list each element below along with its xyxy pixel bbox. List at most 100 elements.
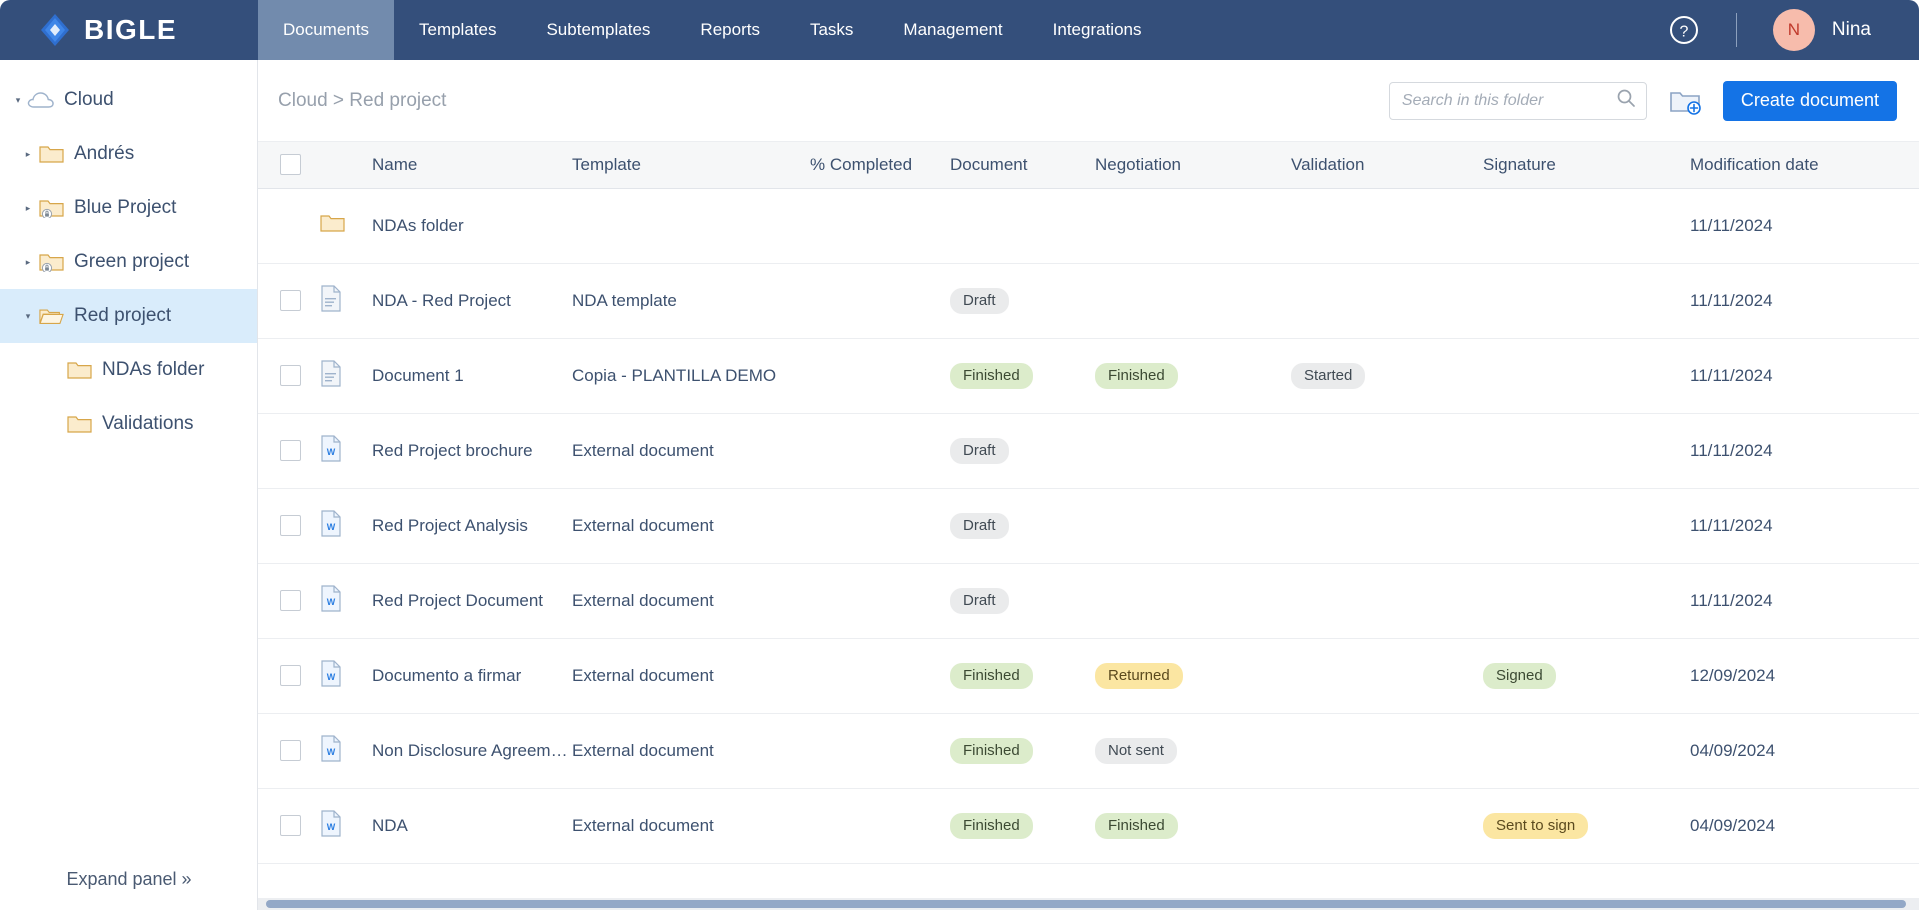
sidebar-item-green-project[interactable]: Green project — [0, 235, 257, 289]
chevron-down-icon[interactable] — [10, 92, 26, 108]
application-window: BIGLE Documents Templates Subtemplates R… — [0, 0, 1919, 910]
row-name[interactable]: Non Disclosure Agreem… — [372, 713, 572, 788]
table-body: NDAs folder11/11/2024NDA - Red ProjectND… — [258, 188, 1919, 863]
chevron-right-icon[interactable] — [20, 200, 36, 216]
nav-item-templates[interactable]: Templates — [394, 0, 521, 60]
table-header-row: Name Template % Completed Document Negot… — [258, 142, 1919, 188]
row-name[interactable]: Documento a firmar — [372, 638, 572, 713]
row-name[interactable]: Red Project Analysis — [372, 488, 572, 563]
svg-text:W: W — [327, 522, 336, 532]
row-checkbox[interactable] — [280, 815, 301, 836]
row-checkbox[interactable] — [280, 590, 301, 611]
table-row[interactable]: WDocumento a firmarExternal documentFini… — [258, 638, 1919, 713]
table-row[interactable]: WRed Project AnalysisExternal documentDr… — [258, 488, 1919, 563]
status-badge: Returned — [1095, 663, 1183, 689]
status-badge: Sent to sign — [1483, 813, 1588, 839]
horizontal-scrollbar-thumb[interactable] — [266, 900, 1906, 908]
row-name[interactable]: Red Project Document — [372, 563, 572, 638]
row-modification-date: 11/11/2024 — [1690, 263, 1919, 338]
breadcrumb[interactable]: Cloud > Red project — [278, 90, 446, 112]
row-negotiation-status-cell: Not sent — [1095, 713, 1291, 788]
sidebar-item-blue-project[interactable]: Blue Project — [0, 181, 257, 235]
sidebar-item-cloud[interactable]: Cloud — [0, 73, 257, 127]
row-modification-date: 11/11/2024 — [1690, 488, 1919, 563]
row-name[interactable]: NDA — [372, 788, 572, 863]
table-row[interactable]: WRed Project DocumentExternal documentDr… — [258, 563, 1919, 638]
documents-table: Name Template % Completed Document Negot… — [258, 142, 1919, 864]
nav-item-integrations[interactable]: Integrations — [1028, 0, 1167, 60]
row-progress-cell — [810, 638, 950, 713]
sidebar-item-andr-s[interactable]: Andrés — [0, 127, 257, 181]
cloud-icon — [26, 89, 56, 111]
sidebar-item-label: Red project — [74, 305, 171, 327]
question-circle-icon[interactable]: ? — [1668, 14, 1700, 46]
nav-item-tasks[interactable]: Tasks — [785, 0, 878, 60]
chevron-down-icon[interactable] — [20, 308, 36, 324]
row-progress-cell — [810, 338, 950, 413]
column-header-signature[interactable]: Signature — [1483, 142, 1690, 188]
table-row[interactable]: NDA - Red ProjectNDA templateDraft11/11/… — [258, 263, 1919, 338]
table-row[interactable]: NDAs folder 11/11/2024 — [258, 188, 1919, 263]
search-icon[interactable] — [1616, 88, 1636, 113]
row-name[interactable]: NDA - Red Project — [372, 263, 572, 338]
column-header-negotiation[interactable]: Negotiation — [1095, 142, 1291, 188]
chevron-right-icon[interactable] — [20, 146, 36, 162]
word-document-icon: W — [320, 563, 372, 638]
expand-panel-button[interactable]: Expand panel » — [0, 869, 258, 890]
column-header-name[interactable]: Name — [372, 142, 572, 188]
main-content: Cloud > Red project — [258, 60, 1919, 910]
new-folder-icon[interactable] — [1669, 87, 1701, 115]
chevron-right-icon[interactable] — [20, 254, 36, 270]
word-document-icon: W — [320, 788, 372, 863]
nav-item-reports[interactable]: Reports — [675, 0, 785, 60]
avatar[interactable]: N — [1773, 9, 1815, 51]
row-checkbox[interactable] — [280, 515, 301, 536]
row-checkbox[interactable] — [280, 365, 301, 386]
row-modification-date: 11/11/2024 — [1690, 188, 1919, 263]
sidebar-item-ndas-folder[interactable]: NDAs folder — [0, 343, 257, 397]
sidebar-item-validations[interactable]: Validations — [0, 397, 257, 451]
column-header-completed[interactable]: % Completed — [810, 142, 950, 188]
row-checkbox[interactable] — [280, 740, 301, 761]
user-name[interactable]: Nina — [1832, 19, 1871, 41]
status-badge: Finished — [950, 813, 1033, 839]
row-checkbox[interactable] — [280, 440, 301, 461]
table-row[interactable]: WRed Project brochureExternal documentDr… — [258, 413, 1919, 488]
table-row[interactable]: WNon Disclosure Agreem…External document… — [258, 713, 1919, 788]
top-bar-divider — [1736, 13, 1737, 47]
row-checkbox-cell — [258, 713, 320, 788]
row-progress-cell — [810, 563, 950, 638]
folder-icon — [36, 144, 66, 164]
row-progress-cell — [810, 713, 950, 788]
create-document-button[interactable]: Create document — [1723, 81, 1897, 121]
brand-logo-area[interactable]: BIGLE — [0, 0, 258, 60]
row-template — [572, 188, 810, 263]
nav-item-management[interactable]: Management — [878, 0, 1027, 60]
row-name[interactable]: Document 1 — [372, 338, 572, 413]
row-name[interactable]: NDAs folder — [372, 188, 572, 263]
sidebar-item-red-project[interactable]: Red project — [0, 289, 257, 343]
row-signature-status-cell: Signed — [1483, 638, 1690, 713]
row-modification-date: 11/11/2024 — [1690, 413, 1919, 488]
column-header-template[interactable]: Template — [572, 142, 810, 188]
column-header-validation[interactable]: Validation — [1291, 142, 1483, 188]
row-checkbox-cell — [258, 263, 320, 338]
row-checkbox[interactable] — [280, 665, 301, 686]
sidebar-item-label: Green project — [74, 251, 189, 273]
table-row[interactable]: Document 1Copia - PLANTILLA DEMOFinished… — [258, 338, 1919, 413]
row-name[interactable]: Red Project brochure — [372, 413, 572, 488]
search-box[interactable] — [1389, 82, 1647, 120]
row-template: NDA template — [572, 263, 810, 338]
column-header-document[interactable]: Document — [950, 142, 1095, 188]
search-input[interactable] — [1402, 92, 1616, 110]
status-badge: Not sent — [1095, 738, 1177, 764]
nav-item-subtemplates[interactable]: Subtemplates — [521, 0, 675, 60]
select-all-checkbox[interactable] — [280, 154, 301, 175]
column-header-modification-date[interactable]: Modification date — [1690, 142, 1919, 188]
status-badge: Finished — [1095, 813, 1178, 839]
row-document-status-cell: Draft — [950, 563, 1095, 638]
nav-item-documents[interactable]: Documents — [258, 0, 394, 60]
table-row[interactable]: WNDAExternal documentFinishedFinishedSen… — [258, 788, 1919, 863]
horizontal-scrollbar[interactable] — [258, 898, 1919, 910]
row-checkbox[interactable] — [280, 290, 301, 311]
